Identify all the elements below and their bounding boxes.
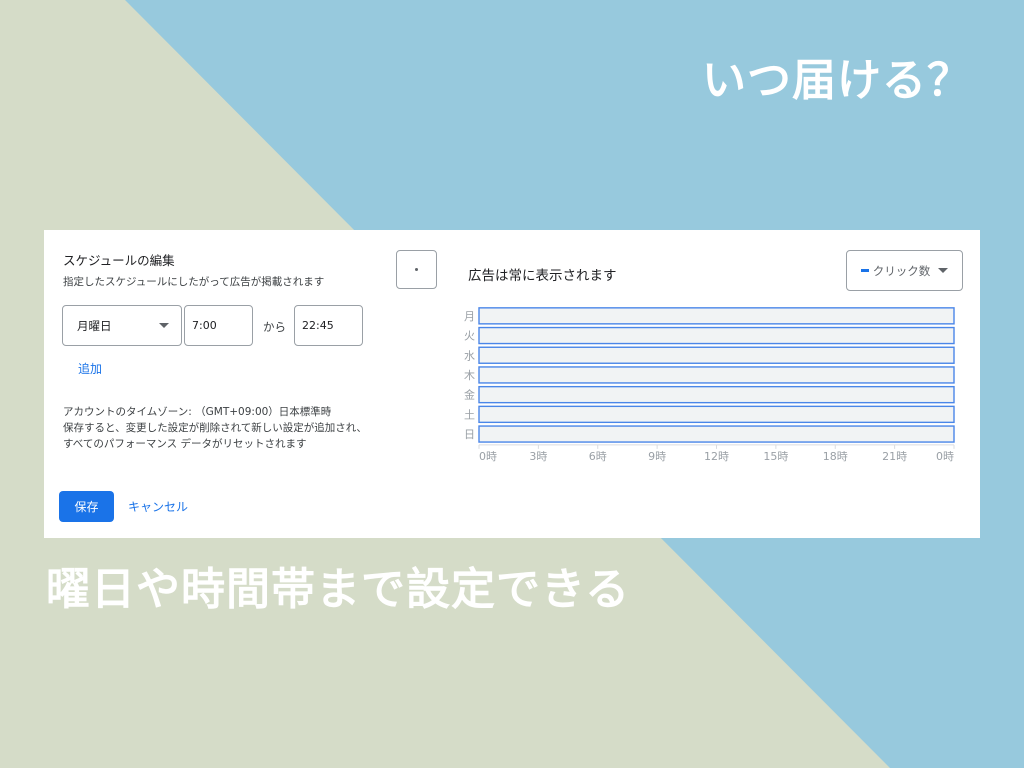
schedule-bar	[478, 405, 955, 424]
day-label: 土	[464, 408, 475, 421]
metric-legend-swatch	[860, 269, 869, 272]
time-separator: から	[263, 320, 286, 334]
metric-dropdown[interactable]: クリック数	[846, 250, 963, 291]
timezone-note: アカウントのタイムゾーン: （GMT+09:00）日本標準時	[63, 406, 332, 418]
metric-dropdown-label: クリック数	[872, 263, 931, 278]
x-tick-label: 6時	[589, 450, 607, 463]
schedule-status-title: 広告は常に表示されます	[468, 268, 617, 284]
reset-warning-line-1: 保存すると、変更した設定が削除されて新しい設定が追加され、	[63, 422, 367, 434]
day-select[interactable]: 月曜日	[62, 305, 182, 346]
day-select-value: 月曜日	[77, 318, 112, 333]
editor-title: スケジュールの編集	[63, 253, 175, 268]
add-schedule-link[interactable]: 追加	[78, 360, 102, 377]
reset-warning-line-2: すべてのパフォーマンス データがリセットされます	[63, 438, 307, 450]
schedule-bar	[478, 307, 955, 325]
dropdown-arrow-icon	[938, 268, 949, 273]
schedule-bar	[478, 326, 955, 345]
save-button[interactable]: 保存	[59, 491, 114, 522]
schedule-bar	[478, 385, 955, 404]
schedule-bar	[478, 366, 955, 384]
day-label: 日	[464, 428, 475, 441]
x-tick-label: 18時	[823, 450, 848, 463]
editor-subtitle: 指定したスケジュールにしたがって広告が掲載されます	[63, 276, 325, 288]
end-time-input[interactable]	[294, 305, 363, 346]
x-tick-label: 21時	[882, 450, 907, 463]
headline-top: いつ届ける？	[702, 55, 972, 106]
schedule-bar	[478, 346, 955, 364]
schedule-chart: 月火水木金土日 0時 3時 6時 9時 12時 15時 18時 21時 0時	[464, 307, 955, 463]
day-label: 木	[464, 369, 475, 382]
headline-bottom: 曜日や時間帯まで設定できる	[46, 564, 631, 615]
dropdown-arrow-icon	[159, 323, 169, 328]
more-vert-icon	[415, 268, 418, 271]
day-label: 水	[464, 349, 475, 362]
day-label: 金	[464, 388, 475, 402]
x-tick-label: 3時	[529, 450, 547, 463]
x-tick-label: 0時	[479, 450, 497, 463]
x-tick-label: 15時	[763, 450, 788, 463]
x-tick-label: 9時	[648, 450, 666, 463]
day-label: 月	[464, 310, 475, 323]
cancel-button[interactable]: キャンセル	[128, 498, 188, 515]
schedule-bar	[478, 425, 955, 443]
schedule-editor-panel: スケジュールの編集 指定したスケジュールにしたがって広告が掲載されます 月曜日 …	[44, 230, 980, 538]
x-tick-label: 0時	[936, 450, 954, 463]
start-time-input[interactable]	[184, 305, 253, 346]
day-label: 火	[464, 330, 475, 343]
x-tick-label: 12時	[704, 450, 729, 463]
more-options-button[interactable]	[396, 250, 437, 289]
